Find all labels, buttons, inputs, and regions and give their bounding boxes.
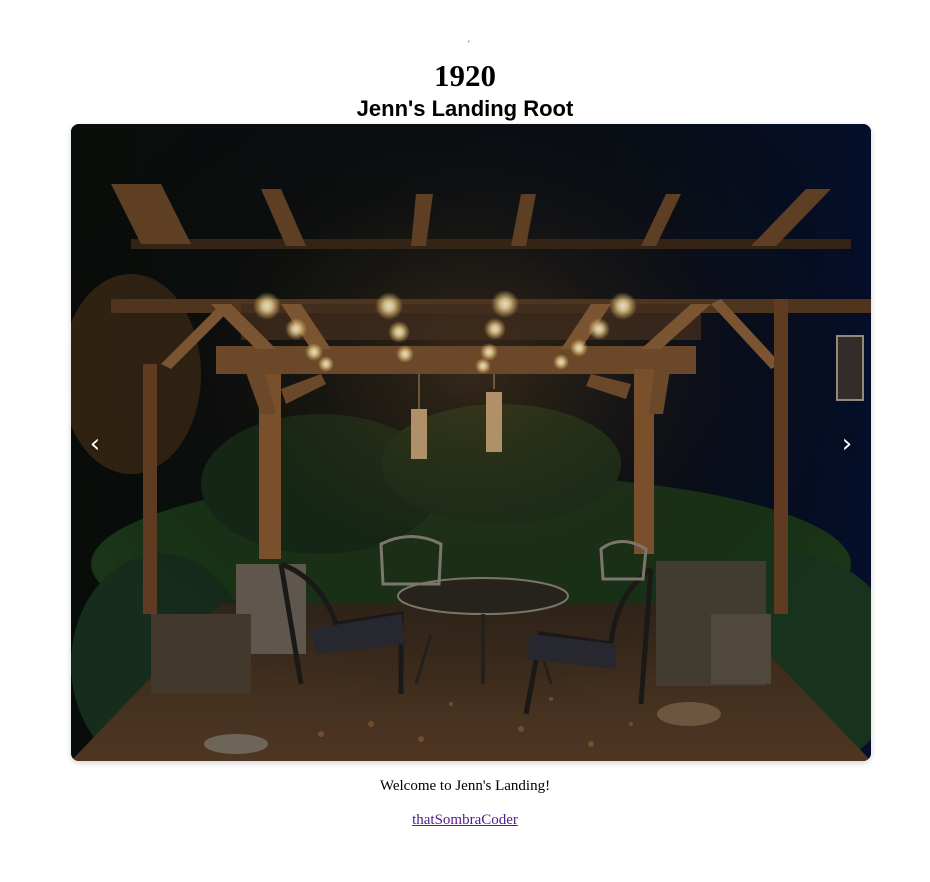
decorative-mark: '	[468, 39, 470, 49]
carousel-prev-button[interactable]: ‹	[75, 424, 115, 464]
carousel-image	[71, 124, 871, 761]
welcome-caption: Welcome to Jenn's Landing!	[379, 778, 551, 794]
page-title: Jenn's Landing Root	[356, 96, 574, 121]
image-carousel[interactable]: ‹ ›	[71, 124, 871, 761]
credit: thatSombraCoder	[0, 811, 930, 829]
page-year-heading: 1920	[434, 58, 496, 93]
credit-link[interactable]: thatSombraCoder	[412, 812, 518, 828]
carousel-next-button[interactable]: ›	[827, 424, 867, 464]
